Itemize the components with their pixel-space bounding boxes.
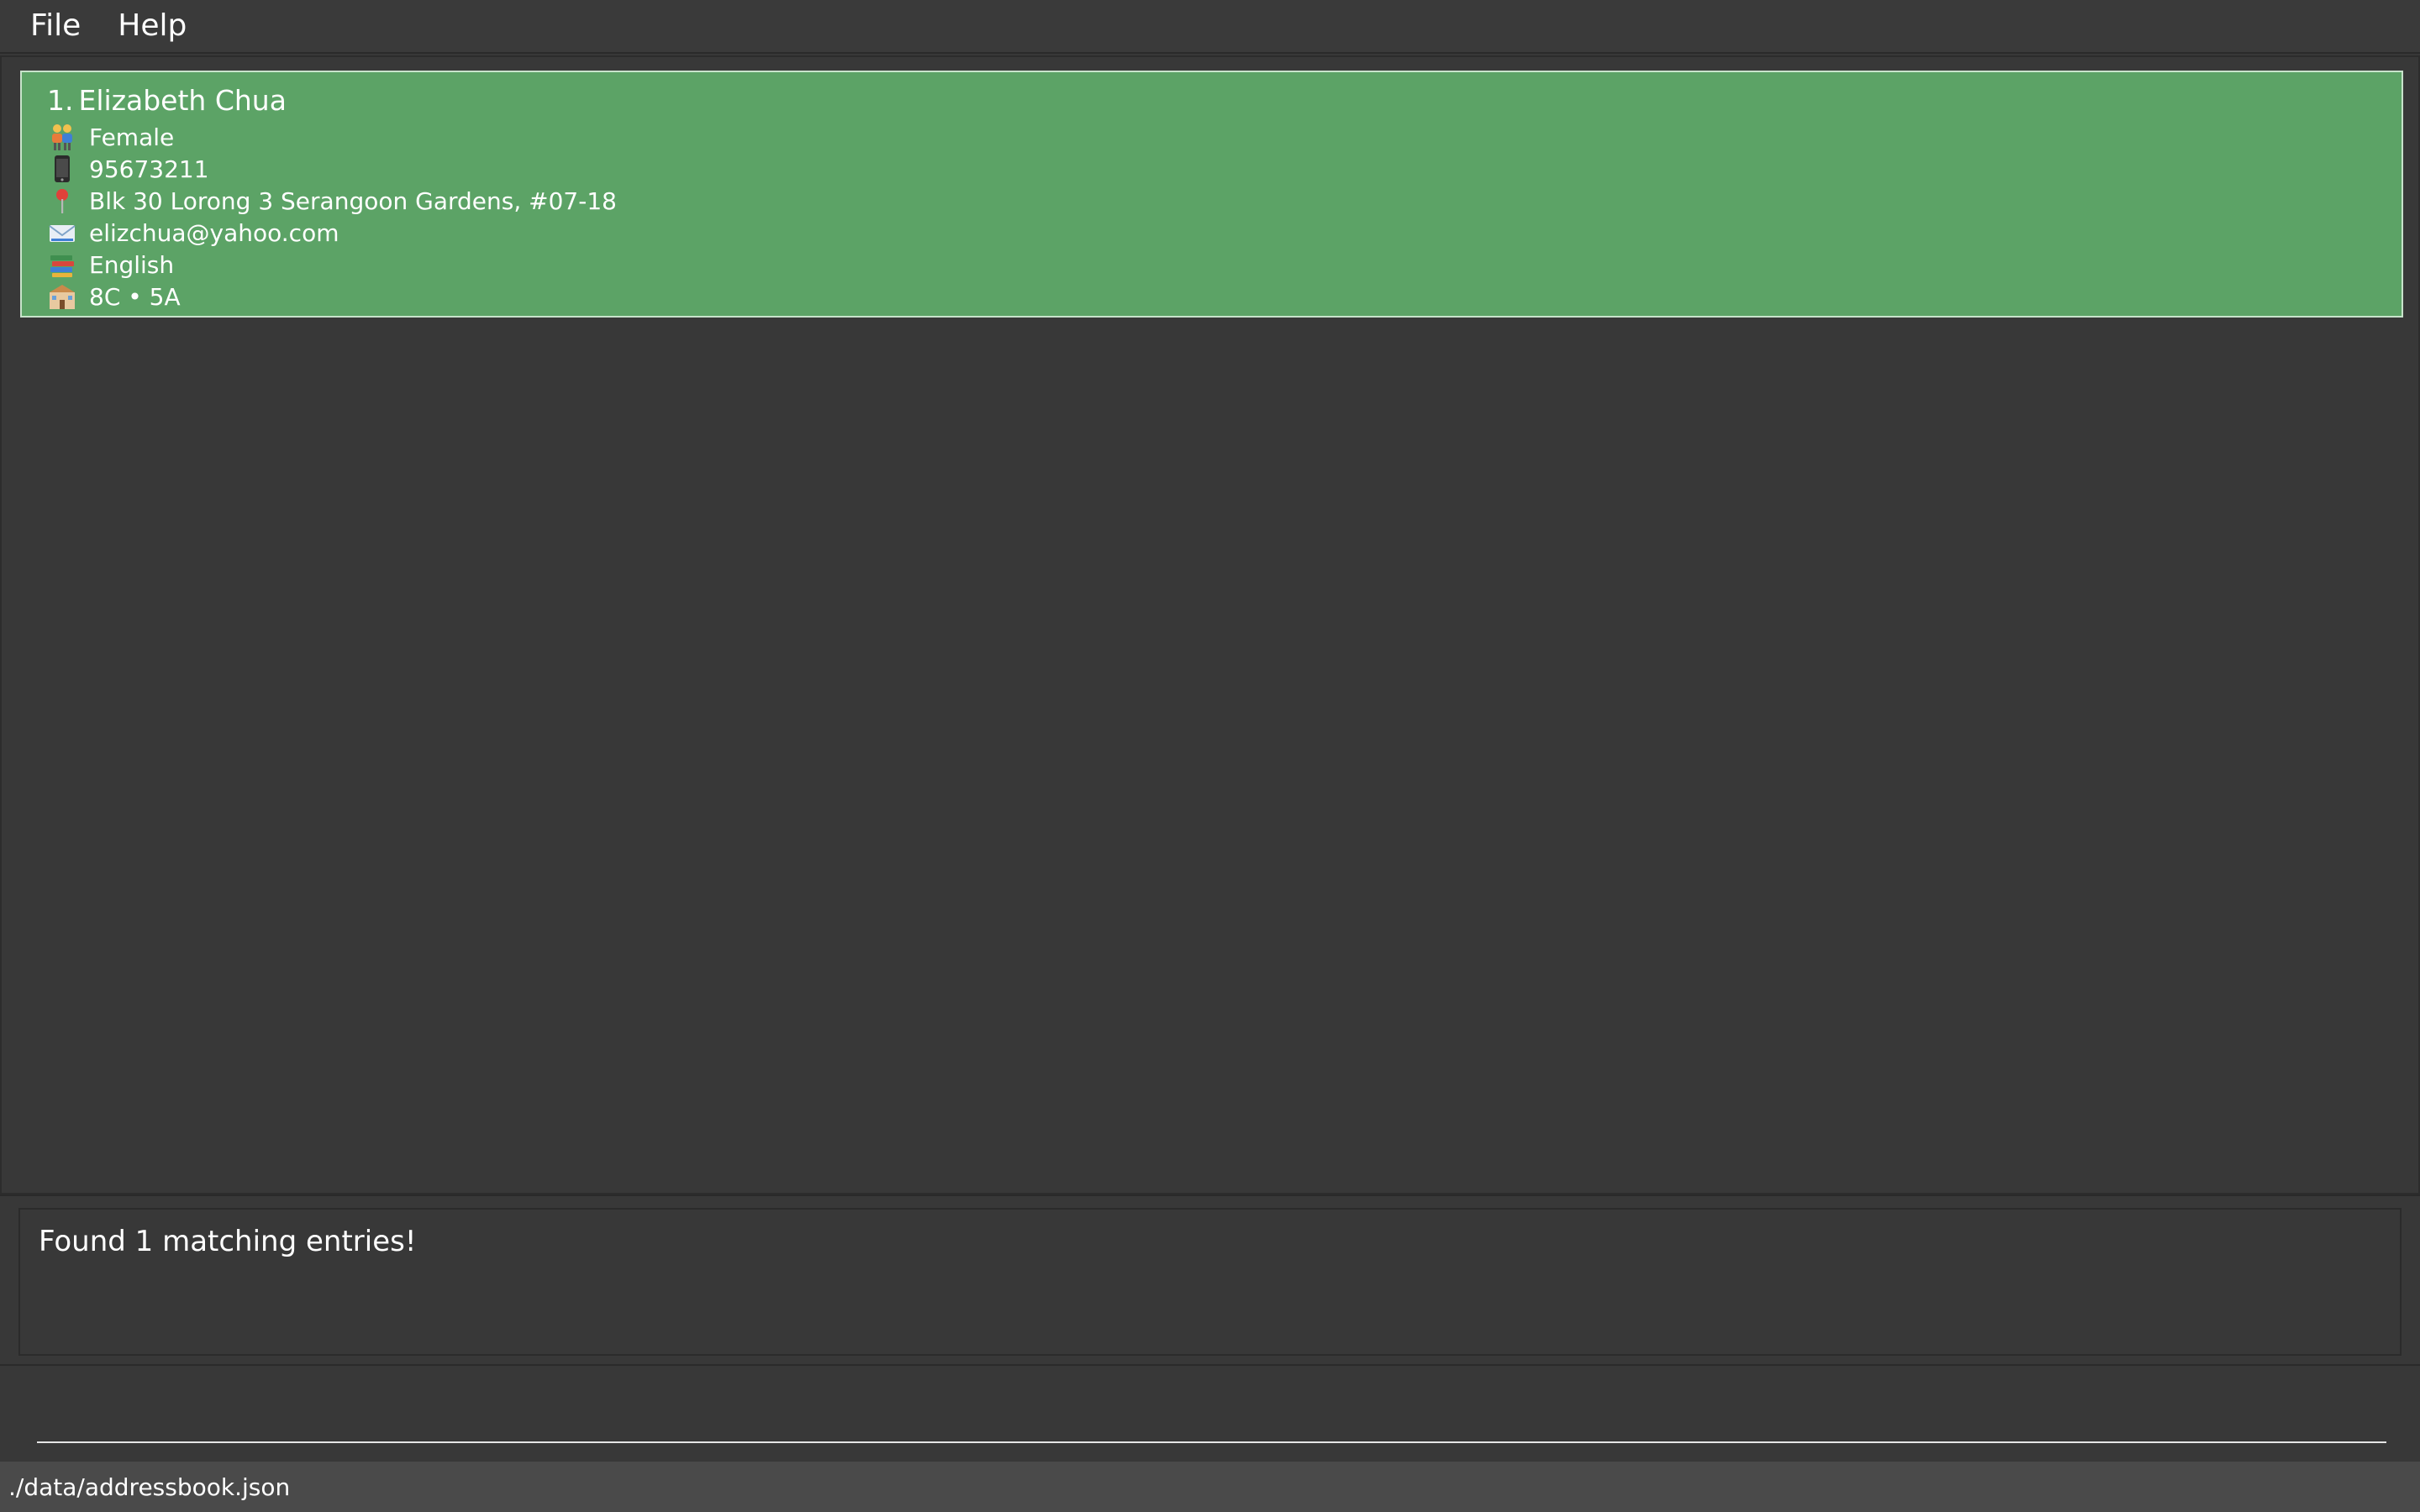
school-building-icon [47, 282, 77, 311]
gender-value: Female [89, 123, 175, 151]
result-display-section: Found 1 matching entries! [0, 1194, 2420, 1364]
person-name: Elizabeth Chua [78, 84, 287, 117]
help-menu[interactable]: Help [99, 0, 205, 53]
menu-bar: File Help [0, 0, 2420, 54]
phone-value: 95673211 [89, 155, 209, 183]
address-row: Blk 30 Lorong 3 Serangoon Gardens, #07-1… [47, 185, 2402, 217]
person-card[interactable]: 1. Elizabeth Chua Female 95673211 Blk 30… [20, 71, 2403, 318]
person-index: 1. [47, 84, 74, 117]
save-location: ./data/addressbook.json [8, 1473, 291, 1501]
mobile-phone-icon [47, 155, 77, 183]
result-message: Found 1 matching entries! [39, 1225, 417, 1258]
command-input[interactable] [37, 1383, 2386, 1443]
subject-row: English [47, 249, 2402, 281]
books-icon [47, 250, 77, 279]
result-display[interactable]: Found 1 matching entries! [18, 1208, 2402, 1356]
location-pin-icon [47, 186, 77, 215]
subject-value: English [89, 250, 175, 279]
phone-row: 95673211 [47, 153, 2402, 185]
command-box-section [0, 1364, 2420, 1462]
envelope-icon [47, 218, 77, 247]
classes-value: 8C • 5A [89, 282, 181, 311]
email-row: elizchua@yahoo.com [47, 217, 2402, 249]
address-value: Blk 30 Lorong 3 Serangoon Gardens, #07-1… [89, 186, 617, 215]
email-value: elizchua@yahoo.com [89, 218, 339, 247]
gender-row: Female [47, 121, 2402, 153]
file-menu[interactable]: File [0, 0, 99, 53]
status-bar: ./data/addressbook.json [0, 1462, 2420, 1512]
person-name-row: 1. Elizabeth Chua [47, 84, 2402, 118]
people-icon [47, 123, 77, 151]
person-list-panel[interactable]: 1. Elizabeth Chua Female 95673211 Blk 30… [0, 55, 2420, 1194]
classes-row: 8C • 5A [47, 281, 2402, 312]
